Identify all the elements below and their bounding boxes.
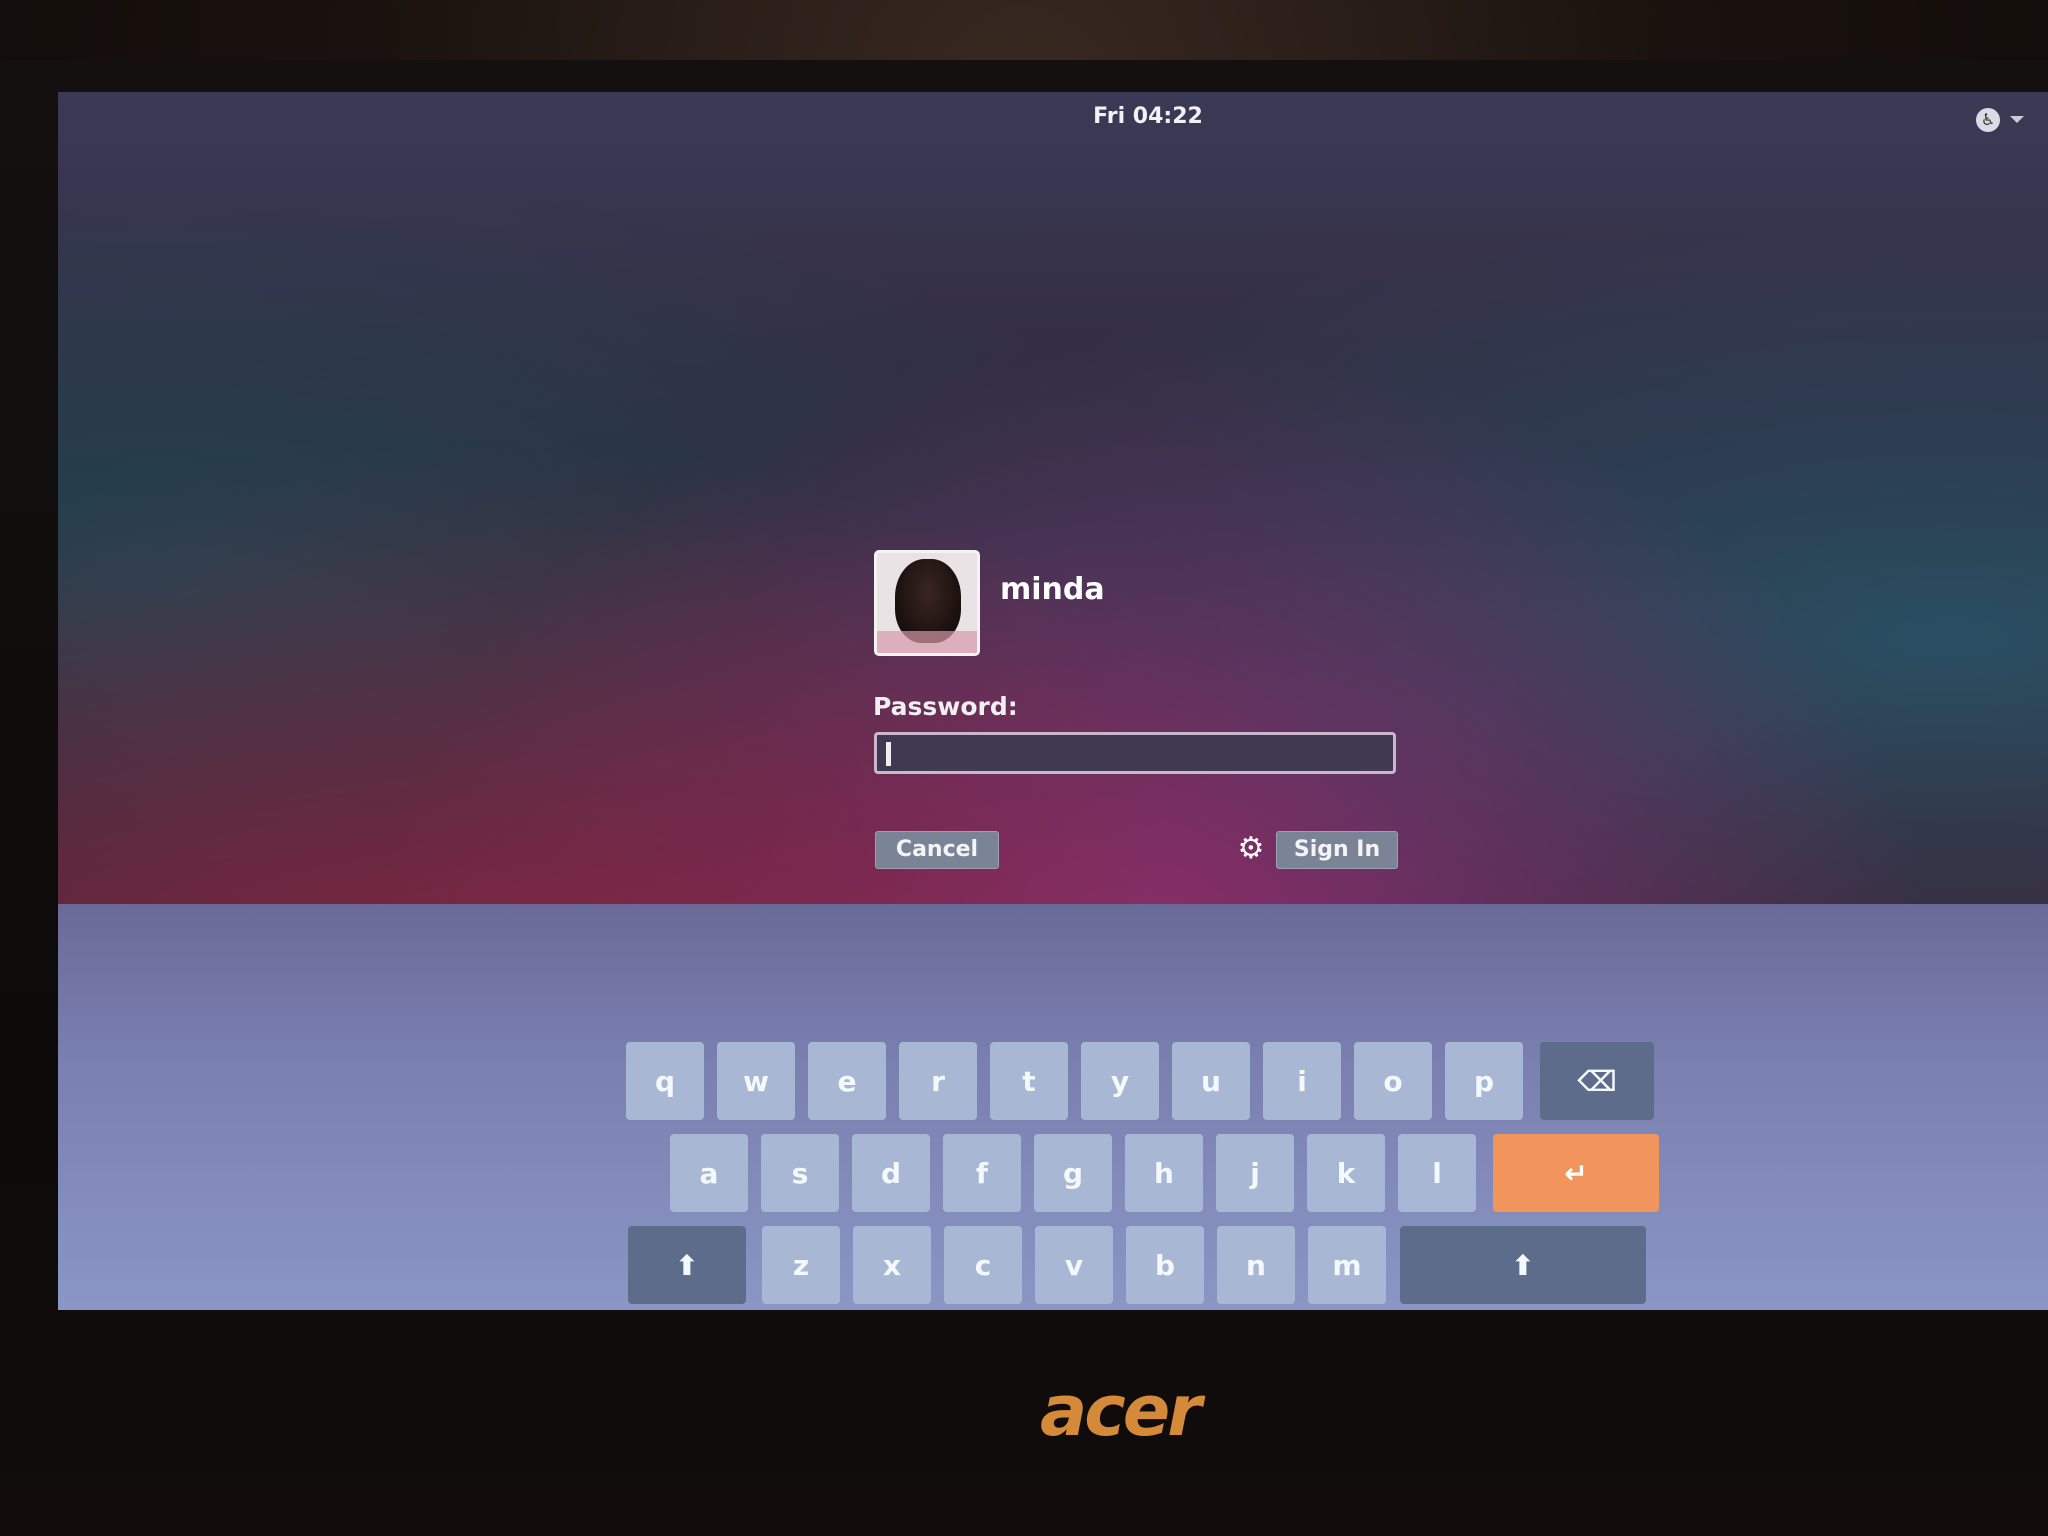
user-avatar: [874, 550, 980, 656]
text-cursor: [886, 742, 891, 766]
key-q[interactable]: q: [626, 1042, 704, 1120]
key-c[interactable]: c: [944, 1226, 1022, 1304]
key-l[interactable]: l: [1398, 1134, 1476, 1212]
cancel-button[interactable]: Cancel: [875, 831, 999, 869]
key-y[interactable]: y: [1081, 1042, 1159, 1120]
key-r[interactable]: r: [899, 1042, 977, 1120]
key-n[interactable]: n: [1217, 1226, 1295, 1304]
login-screen: Fri 04:22 ♿ minda Password: Cancel ⚙ Sig…: [58, 92, 2048, 1310]
password-label: Password:: [873, 692, 1018, 721]
sign-in-button[interactable]: Sign In: [1276, 831, 1398, 869]
key-s[interactable]: s: [761, 1134, 839, 1212]
key-j[interactable]: j: [1216, 1134, 1294, 1212]
key-m[interactable]: m: [1308, 1226, 1386, 1304]
key-h[interactable]: h: [1125, 1134, 1203, 1212]
key-i[interactable]: i: [1263, 1042, 1341, 1120]
shift-left-key[interactable]: ⬆: [628, 1226, 746, 1304]
accessibility-icon[interactable]: ♿: [1976, 108, 2000, 132]
key-v[interactable]: v: [1035, 1226, 1113, 1304]
key-g[interactable]: g: [1034, 1134, 1112, 1212]
enter-key[interactable]: ↵: [1493, 1134, 1659, 1212]
key-f[interactable]: f: [943, 1134, 1021, 1212]
top-panel: Fri 04:22 ♿: [58, 92, 2048, 144]
shift-right-key[interactable]: ⬆: [1400, 1226, 1646, 1304]
brand-logo: acer: [1040, 1370, 1202, 1452]
on-screen-keyboard: qwertyuiop⌫asdfghjkl↵⬆zxcvbnm⬆?123,ubunt…: [58, 904, 2048, 1310]
gear-icon[interactable]: ⚙: [1236, 832, 1266, 866]
key-b[interactable]: b: [1126, 1226, 1204, 1304]
key-p[interactable]: p: [1445, 1042, 1523, 1120]
clock[interactable]: Fri 04:22: [1088, 104, 1208, 129]
key-k[interactable]: k: [1307, 1134, 1385, 1212]
username: minda: [1000, 572, 1105, 607]
key-t[interactable]: t: [990, 1042, 1068, 1120]
key-w[interactable]: w: [717, 1042, 795, 1120]
backspace-key[interactable]: ⌫: [1540, 1042, 1654, 1120]
key-a[interactable]: a: [670, 1134, 748, 1212]
dropdown-arrow-icon[interactable]: [2010, 116, 2024, 123]
key-x[interactable]: x: [853, 1226, 931, 1304]
key-e[interactable]: e: [808, 1042, 886, 1120]
key-u[interactable]: u: [1172, 1042, 1250, 1120]
password-input[interactable]: [874, 732, 1396, 774]
key-z[interactable]: z: [762, 1226, 840, 1304]
key-o[interactable]: o: [1354, 1042, 1432, 1120]
key-d[interactable]: d: [852, 1134, 930, 1212]
